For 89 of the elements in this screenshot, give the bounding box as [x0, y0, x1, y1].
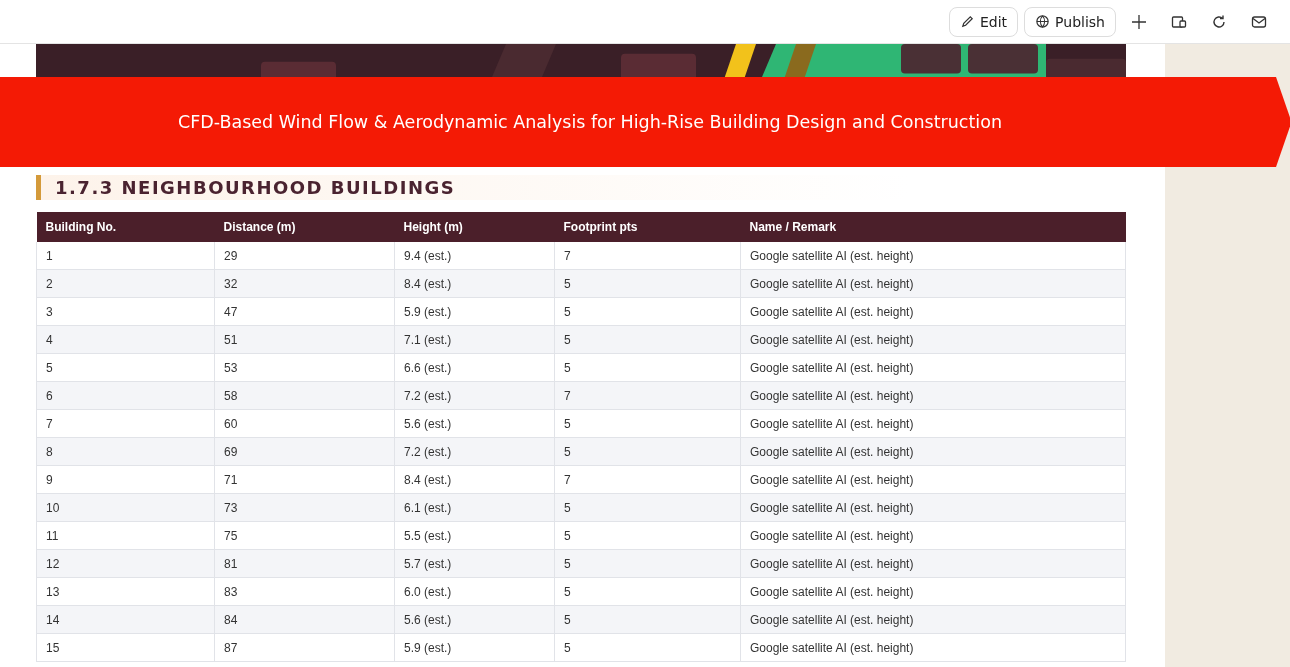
table-cell: 10	[36, 493, 215, 522]
table-cell: 60	[214, 409, 395, 438]
table-cell: 8.4 (est.)	[394, 269, 555, 298]
table-cell: 32	[214, 269, 395, 298]
table-cell: 5	[554, 605, 741, 634]
table-cell: 51	[214, 325, 395, 354]
table-cell: 5.6 (est.)	[394, 409, 555, 438]
refresh-icon[interactable]	[1211, 13, 1227, 30]
table-cell: 14	[36, 605, 215, 634]
table-cell: 6.6 (est.)	[394, 353, 555, 382]
table-cell: 7	[554, 381, 741, 410]
table-cell: 11	[36, 521, 215, 550]
table-cell: 5	[554, 269, 741, 298]
table-cell: 5	[554, 297, 741, 326]
table-cell: 5.7 (est.)	[394, 549, 555, 578]
publish-button[interactable]: Publish	[1024, 6, 1116, 37]
column-header: Building No.	[36, 212, 215, 242]
table-cell: 5	[554, 409, 741, 438]
table-cell: 73	[214, 493, 395, 522]
table-cell: 5.6 (est.)	[394, 605, 555, 634]
edit-button[interactable]: Edit	[948, 6, 1019, 37]
table-cell: 5	[554, 325, 741, 354]
table-cell: 29	[214, 242, 395, 270]
column-header: Name / Remark	[740, 212, 1126, 242]
table-cell: 5	[36, 353, 215, 382]
table-cell: 7.1 (est.)	[394, 325, 555, 354]
table-cell: 84	[214, 605, 395, 634]
table-cell: Google satellite AI (est. height)	[740, 381, 1126, 410]
table-cell: 75	[214, 521, 395, 550]
table-cell: Google satellite AI (est. height)	[740, 605, 1126, 634]
table-cell: 6.1 (est.)	[394, 493, 555, 522]
table-cell: 5	[554, 493, 741, 522]
table-cell: 5	[554, 577, 741, 606]
column-header: Distance (m)	[214, 212, 395, 242]
table-cell: 83	[214, 577, 395, 606]
table-cell: 4	[36, 325, 215, 354]
table-cell: 87	[214, 633, 395, 662]
table-cell: Google satellite AI (est. height)	[740, 409, 1126, 438]
table-cell: 6	[36, 381, 215, 410]
table-cell: 71	[214, 465, 395, 494]
table-cell: Google satellite AI (est. height)	[740, 633, 1126, 662]
table-cell: 8.4 (est.)	[394, 465, 555, 494]
table-cell: 5.5 (est.)	[394, 521, 555, 550]
table-cell: Google satellite AI (est. height)	[740, 437, 1126, 466]
table-cell: 81	[214, 549, 395, 578]
title-banner: CFD-Based Wind Flow & Aerodynamic Analysis for High-Rise Building Design and Construction	[0, 77, 1290, 167]
table-cell: 7	[554, 242, 741, 270]
pencil-icon	[959, 14, 975, 29]
crosshair-icon[interactable]	[1131, 13, 1147, 30]
table-cell: 6.0 (est.)	[394, 577, 555, 606]
table-cell: Google satellite AI (est. height)	[740, 269, 1126, 298]
table-cell: 47	[214, 297, 395, 326]
table-cell: Google satellite AI (est. height)	[740, 297, 1126, 326]
table-cell: Google satellite AI (est. height)	[740, 549, 1126, 578]
table-cell: 7	[554, 465, 741, 494]
table-cell: 12	[36, 549, 215, 578]
table-cell: 3	[36, 297, 215, 326]
table-cell: 15	[36, 633, 215, 662]
table-cell: 7	[36, 409, 215, 438]
table-cell: 53	[214, 353, 395, 382]
table-cell: Google satellite AI (est. height)	[740, 353, 1126, 382]
table-cell: 9.4 (est.)	[394, 242, 555, 270]
table-cell: 58	[214, 381, 395, 410]
table-cell: 69	[214, 437, 395, 466]
table-cell: 7.2 (est.)	[394, 437, 555, 466]
table-cell: 5	[554, 633, 741, 662]
table-cell: 5	[554, 521, 741, 550]
table-cell: 2	[36, 269, 215, 298]
table-cell: 7.2 (est.)	[394, 381, 555, 410]
table-cell: Google satellite AI (est. height)	[740, 465, 1126, 494]
mail-icon[interactable]	[1251, 13, 1267, 30]
table-cell: 5	[554, 437, 741, 466]
table-cell: 13	[36, 577, 215, 606]
globe-icon	[1035, 14, 1051, 29]
table-cell: Google satellite AI (est. height)	[740, 325, 1126, 354]
table-cell: 5.9 (est.)	[394, 633, 555, 662]
table-cell: Google satellite AI (est. height)	[740, 577, 1126, 606]
column-header: Height (m)	[394, 212, 555, 242]
table-cell: Google satellite AI (est. height)	[740, 521, 1126, 550]
table-cell: 5	[554, 353, 741, 382]
table-cell: 5.9 (est.)	[394, 297, 555, 326]
table-cell: 9	[36, 465, 215, 494]
table-cell: Google satellite AI (est. height)	[740, 242, 1126, 270]
table-cell: Google satellite AI (est. height)	[740, 493, 1126, 522]
table-cell: 1	[36, 242, 215, 270]
devices-icon[interactable]	[1171, 13, 1187, 30]
table-cell: 8	[36, 437, 215, 466]
column-header: Footprint pts	[554, 212, 741, 242]
table-cell: 5	[554, 549, 741, 578]
